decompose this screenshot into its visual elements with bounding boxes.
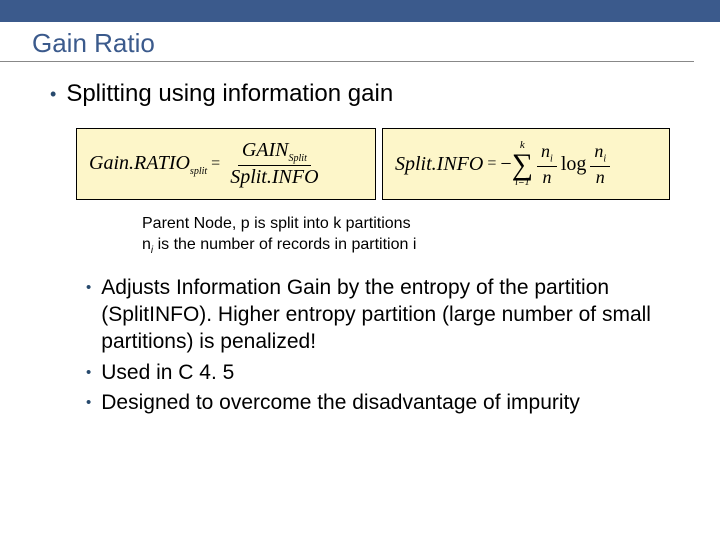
formula-row: Gain.RATIOsplit = GAINSplit Split.INFO S…	[76, 128, 680, 200]
bullet-dot-icon: •	[86, 360, 91, 386]
bullet-row: • Adjusts Information Gain by the entrop…	[86, 275, 680, 356]
bullet-dot-icon: •	[50, 80, 56, 108]
f2-n-var: n	[541, 141, 550, 161]
summation-icon: k ∑ i=1	[512, 141, 533, 187]
log-label: log	[561, 153, 587, 176]
f1-lhs-name: Gain.RATIO	[89, 152, 190, 174]
top-bullet: • Splitting using information gain	[50, 80, 680, 108]
f2-frac1-den: n	[538, 167, 555, 187]
formula2-fraction2: ni n	[590, 142, 610, 187]
sub-bullets: • Adjusts Information Gain by the entrop…	[86, 275, 680, 417]
bullet-text: Used in C 4. 5	[101, 360, 234, 387]
split-info-formula: Split.INFO = − k ∑ i=1 ni n log ni n	[382, 128, 670, 200]
f1-numerator: GAINSplit	[238, 140, 311, 167]
f1-lhs-sub: split	[190, 166, 207, 177]
formula2-fraction1: ni n	[537, 142, 557, 187]
bullet-row: • Used in C 4. 5	[86, 360, 680, 387]
formula1-lhs: Gain.RATIOsplit	[89, 152, 207, 177]
f1-denominator: Split.INFO	[226, 166, 322, 188]
caption-line1: Parent Node, p is split into k partition…	[142, 214, 680, 235]
top-bullet-text: Splitting using information gain	[66, 80, 393, 108]
f2-n-sub2: i	[603, 153, 606, 164]
formula1-fraction: GAINSplit Split.INFO	[226, 140, 322, 189]
minus-icon: −	[500, 153, 511, 176]
caption-n: n	[142, 236, 151, 253]
f2-frac1-num: ni	[537, 142, 557, 167]
bullet-dot-icon: •	[86, 275, 91, 301]
caption-block: Parent Node, p is split into k partition…	[142, 214, 680, 257]
bullet-text: Adjusts Information Gain by the entropy …	[101, 275, 680, 356]
f2-n-sub: i	[550, 153, 553, 164]
sum-lower: i=1	[515, 178, 530, 187]
bullet-row: • Designed to overcome the disadvantage …	[86, 390, 680, 417]
gain-ratio-formula: Gain.RATIOsplit = GAINSplit Split.INFO	[76, 128, 376, 200]
f2-frac2-den: n	[592, 167, 609, 187]
equals-icon: =	[211, 155, 220, 173]
bullet-text: Designed to overcome the disadvantage of…	[101, 390, 580, 417]
slide-title: Gain Ratio	[0, 22, 694, 62]
f2-frac2-num: ni	[590, 142, 610, 167]
f1-num-sub: Split	[289, 153, 307, 164]
sigma-icon: ∑	[512, 151, 533, 178]
header-bar	[0, 0, 720, 22]
content-area: • Splitting using information gain Gain.…	[0, 62, 720, 417]
bullet-dot-icon: •	[86, 390, 91, 416]
formula2-lhs: Split.INFO	[395, 153, 483, 176]
f1-num-name: GAIN	[242, 139, 289, 161]
caption-rest: is the number of records in partition i	[153, 236, 416, 253]
equals-icon: =	[487, 155, 496, 173]
caption-line2: ni is the number of records in partition…	[142, 235, 680, 257]
